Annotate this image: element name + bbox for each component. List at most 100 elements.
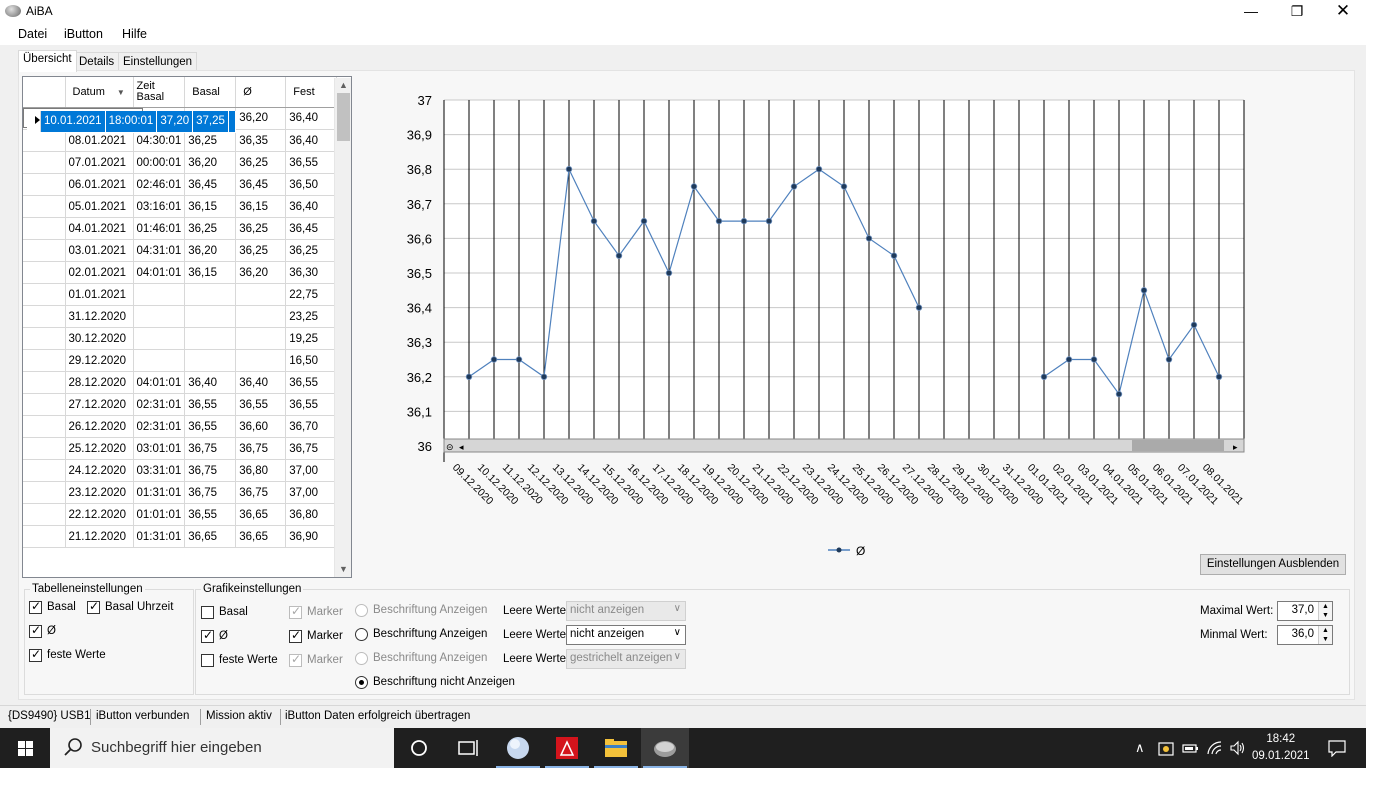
table-cell[interactable]: 36,20	[235, 107, 287, 130]
basal-time-checkbox[interactable]	[87, 599, 100, 614]
close-button[interactable]: ✕	[1320, 0, 1366, 23]
table-cell[interactable]: 36,55	[184, 393, 237, 416]
table-cell[interactable]: 27.12.2020	[65, 393, 134, 416]
table-row[interactable]: 23.12.2020 01:31:01 36,75 36,75 37,00	[23, 481, 338, 504]
col-zeit-basal[interactable]: Zeit Basal	[133, 77, 186, 108]
table-cell[interactable]: 03:31:01	[133, 459, 186, 482]
table-cell[interactable]: 07.01.2021	[65, 151, 134, 174]
taskbar-clock[interactable]: 18:42 09.01.2021	[1252, 731, 1310, 765]
row-header[interactable]	[23, 371, 66, 394]
table-cell[interactable]: 01:46:01	[133, 217, 186, 240]
avg-empty-select[interactable]: nicht anzeigen ∨	[566, 625, 686, 645]
row-header[interactable]	[23, 239, 66, 262]
table-cell[interactable]: 36,20	[184, 151, 237, 174]
row-header[interactable]	[23, 151, 66, 174]
table-cell[interactable]: 36,75	[184, 459, 237, 482]
zoom-reset-icon[interactable]: ⊝	[446, 443, 454, 453]
table-cell[interactable]: 01.01.2021	[65, 283, 134, 306]
table-cell[interactable]: 36,65	[235, 503, 287, 526]
tab-einstellungen[interactable]: Einstellungen	[118, 52, 198, 71]
avg-marker-checkbox[interactable]	[289, 628, 302, 643]
table-cell[interactable]: 28.12.2020	[65, 371, 134, 394]
taskbar-search[interactable]: Suchbegriff hier eingeben	[50, 728, 394, 768]
table-cell[interactable]: 36,75	[285, 437, 338, 460]
table-cell[interactable]: 36,40	[184, 371, 237, 394]
basal-empty-select[interactable]: nicht anzeigen ∨	[566, 601, 686, 621]
table-cell[interactable]: 23,25	[285, 305, 338, 328]
row-header[interactable]	[23, 327, 66, 350]
table-cell[interactable]	[184, 283, 237, 306]
table-cell[interactable]	[235, 305, 287, 328]
menu-datei[interactable]: Datei	[18, 27, 47, 41]
table-cell[interactable]: 36,25	[235, 239, 287, 262]
table-cell[interactable]: 01:01:01	[133, 503, 186, 526]
table-cell[interactable]: 36,55	[285, 371, 338, 394]
scroll-thumb[interactable]	[337, 93, 350, 141]
chart-scroll-thumb[interactable]	[1132, 440, 1224, 451]
row-header[interactable]	[23, 503, 66, 526]
menu-ibutton[interactable]: iButton	[64, 27, 103, 41]
table-cell[interactable]: 06.01.2021	[65, 173, 134, 196]
table-cell[interactable]: 01:31:01	[133, 525, 186, 548]
table-cell[interactable]: 04.01.2021	[65, 217, 134, 240]
table-cell[interactable]: 02.01.2021	[65, 261, 134, 284]
table-cell[interactable]: 24.12.2020	[65, 459, 134, 482]
table-cell[interactable]: 23.12.2020	[65, 481, 134, 504]
table-row[interactable]: 06.01.2021 02:46:01 36,45 36,45 36,50	[23, 173, 338, 196]
table-cell[interactable]: 36,35	[235, 129, 287, 152]
table-cell[interactable]: 03:01:01	[133, 437, 186, 460]
tray-app-icon[interactable]	[1158, 740, 1176, 756]
table-cell[interactable]: 36,45	[184, 173, 237, 196]
table-cell[interactable]: 36,40	[285, 107, 338, 130]
max-value-spinner[interactable]: 37,0 ▲ ▼	[1277, 601, 1333, 621]
table-row[interactable]: 30.12.2020 19,25	[23, 327, 338, 350]
taskbar-app-acrobat[interactable]	[543, 728, 591, 768]
fixed-values-checkbox[interactable]	[29, 647, 42, 662]
volume-icon[interactable]	[1229, 740, 1247, 756]
row-header[interactable]	[23, 437, 66, 460]
row-header[interactable]	[23, 195, 66, 218]
table-cell[interactable]: 36,45	[235, 173, 287, 196]
table-cell[interactable]: 36,70	[285, 415, 338, 438]
table-cell[interactable]: 36,80	[235, 459, 287, 482]
table-cell[interactable]: 36,15	[184, 195, 237, 218]
basal-checkbox[interactable]	[29, 599, 42, 614]
table-row[interactable]: 10.01.2021 18:00:01 37,20 37,25	[23, 107, 236, 133]
table-cell[interactable]: 36,20	[184, 239, 237, 262]
table-cell[interactable]: 36,15	[235, 195, 287, 218]
taskbar-app-globe[interactable]	[494, 728, 542, 768]
fixed-marker-checkbox[interactable]	[289, 652, 302, 667]
basal-marker-checkbox[interactable]	[289, 604, 302, 619]
start-button[interactable]	[0, 728, 50, 768]
graph-fixed-checkbox[interactable]	[201, 654, 214, 667]
avg-caption-radio[interactable]	[355, 628, 368, 641]
table-row[interactable]: 22.12.2020 01:01:01 36,55 36,65 36,80	[23, 503, 338, 526]
table-cell[interactable]: 01:31:01	[133, 481, 186, 504]
table-cell[interactable]: 36,40	[285, 129, 338, 152]
table-cell[interactable]: 18:00:01	[105, 110, 158, 133]
row-header[interactable]	[23, 173, 66, 196]
table-cell[interactable]: 37,00	[285, 459, 338, 482]
basal-caption-radio[interactable]	[355, 604, 368, 617]
table-cell[interactable]: 36,20	[235, 261, 287, 284]
table-cell[interactable]: 29.12.2020	[65, 349, 134, 372]
table-cell[interactable]: 22.12.2020	[65, 503, 134, 526]
min-value-spinner[interactable]: 36,0 ▲ ▼	[1277, 625, 1333, 645]
row-header[interactable]	[23, 217, 66, 240]
table-cell[interactable]: 36,25	[285, 239, 338, 262]
row-header[interactable]	[23, 349, 66, 372]
col-avg[interactable]: Ø	[235, 77, 287, 108]
spin-up-icon[interactable]: ▲	[1318, 626, 1332, 635]
hide-settings-button[interactable]: Einstellungen Ausblenden	[1200, 554, 1346, 575]
graph-basal-checkbox[interactable]	[201, 606, 214, 619]
spin-down-icon[interactable]: ▼	[1318, 611, 1332, 620]
table-cell[interactable]	[133, 327, 186, 350]
task-view-button[interactable]	[444, 728, 492, 768]
table-cell[interactable]: 30.12.2020	[65, 327, 134, 350]
table-cell[interactable]: 36,75	[235, 437, 287, 460]
menu-hilfe[interactable]: Hilfe	[122, 27, 147, 41]
table-row[interactable]: 25.12.2020 03:01:01 36,75 36,75 36,75	[23, 437, 338, 460]
row-header[interactable]	[27, 110, 41, 133]
table-cell[interactable]	[184, 349, 237, 372]
wifi-icon[interactable]	[1206, 740, 1224, 756]
